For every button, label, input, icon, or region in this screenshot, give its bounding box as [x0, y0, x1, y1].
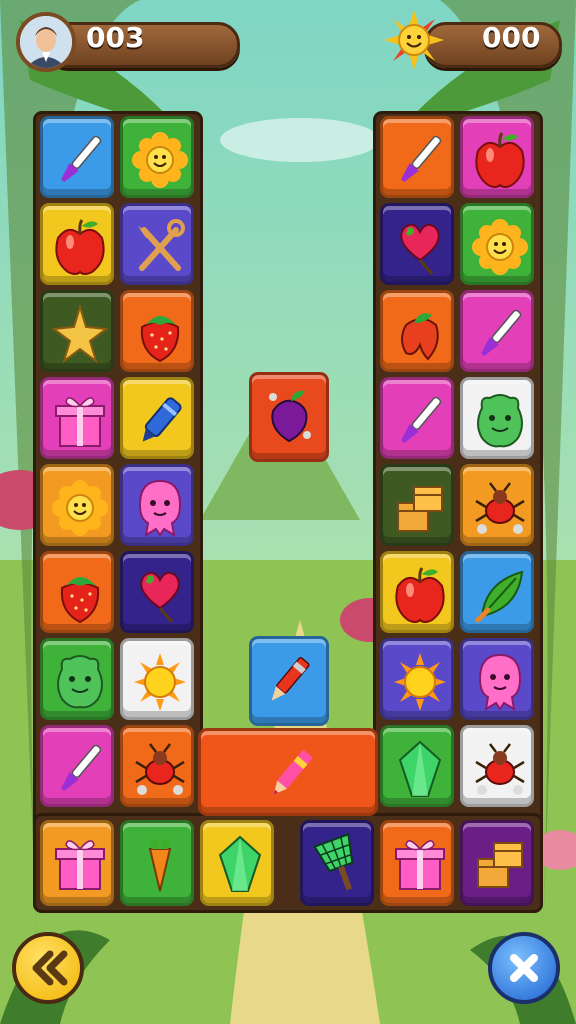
right-tile[interactable]: [380, 290, 454, 372]
strawberry-icon: [140, 316, 180, 363]
crystal-icon: [218, 835, 262, 892]
right-tile[interactable]: [460, 203, 534, 285]
left-tile[interactable]: [40, 464, 114, 546]
sunflower-icon: [132, 132, 188, 188]
bottom-tile[interactable]: [120, 820, 194, 906]
player-portrait-icon: [16, 12, 76, 72]
left-tile[interactable]: [40, 638, 114, 720]
paintbrush-icon: [61, 744, 102, 791]
right-score: 000: [482, 21, 541, 54]
beet-icon: [269, 390, 311, 443]
net-icon: [313, 833, 354, 891]
pink-blob-creature-icon: [138, 479, 182, 537]
close-button[interactable]: [488, 932, 560, 1004]
floating-tile[interactable]: [249, 636, 329, 726]
strawberry-icon: [60, 577, 100, 624]
smiling-sun-icon: [384, 10, 444, 70]
right-tile[interactable]: [380, 551, 454, 633]
left-tile[interactable]: [120, 725, 194, 807]
green-blob-creature-icon: [57, 655, 103, 709]
bottom-tile[interactable]: [300, 820, 374, 906]
heart-balloon-icon: [140, 571, 180, 623]
floating-tile[interactable]: [249, 372, 329, 462]
apple-icon: [395, 567, 445, 623]
paintbrush-icon: [481, 309, 522, 356]
wide-crayon-tile[interactable]: [198, 728, 378, 816]
sunflower-icon: [472, 219, 528, 275]
pepper-icon: [401, 313, 439, 361]
right-score-panel: 000: [384, 10, 562, 70]
bottom-tile[interactable]: [380, 820, 454, 906]
paintbrush-icon: [61, 135, 102, 182]
leaf-icon: [475, 570, 524, 623]
bottom-tile[interactable]: [40, 820, 114, 906]
left-tile[interactable]: [120, 638, 194, 720]
left-score-panel: 003: [16, 12, 240, 72]
right-tile[interactable]: [460, 377, 534, 459]
left-tile[interactable]: [40, 116, 114, 198]
sun-icon: [394, 653, 446, 711]
right-tile[interactable]: [460, 725, 534, 807]
left-tile[interactable]: [40, 725, 114, 807]
paintbrush-icon: [401, 396, 442, 443]
bug-icon: [475, 743, 525, 795]
right-tile[interactable]: [380, 377, 454, 459]
pink-blob-creature-icon: [478, 653, 522, 711]
crystal-icon: [398, 740, 442, 797]
right-tile[interactable]: [460, 116, 534, 198]
left-tile[interactable]: [120, 464, 194, 546]
left-tile[interactable]: [40, 290, 114, 372]
right-tile[interactable]: [460, 290, 534, 372]
green-blob-creature-icon: [477, 394, 523, 448]
apple-icon: [475, 132, 525, 188]
left-tile[interactable]: [40, 551, 114, 633]
gift-box-icon: [395, 840, 445, 890]
bug-icon: [135, 743, 185, 795]
star-icon: [52, 303, 108, 364]
carrot-icon: [148, 838, 172, 892]
left-tile[interactable]: [120, 377, 194, 459]
right-tile[interactable]: [380, 116, 454, 198]
heart-balloon-icon: [400, 223, 440, 275]
boxes-icon: [397, 486, 443, 532]
left-tile[interactable]: [40, 203, 114, 285]
left-tile[interactable]: [120, 551, 194, 633]
bottom-tile[interactable]: [200, 820, 274, 906]
right-tile[interactable]: [380, 464, 454, 546]
sun-icon: [134, 653, 186, 711]
gift-box-icon: [55, 397, 105, 447]
left-tile[interactable]: [120, 116, 194, 198]
left-score: 003: [86, 21, 145, 54]
paintbrush-icon: [401, 135, 442, 182]
right-tile[interactable]: [380, 638, 454, 720]
right-tile[interactable]: [380, 203, 454, 285]
bug-icon: [475, 482, 525, 534]
gift-box-icon: [55, 840, 105, 890]
crayon-icon: [271, 657, 310, 701]
crayon-icon: [273, 750, 313, 795]
apple-icon: [55, 219, 105, 275]
right-tile[interactable]: [460, 551, 534, 633]
marker-icon: [142, 397, 182, 442]
double-chevron-left-icon: [32, 950, 68, 986]
sunflower-icon: [52, 480, 108, 536]
close-icon: [510, 954, 538, 982]
crossed-tools-icon: [138, 219, 185, 271]
left-tile[interactable]: [40, 377, 114, 459]
back-button[interactable]: [12, 932, 84, 1004]
boxes-icon: [477, 842, 523, 888]
right-tile[interactable]: [460, 464, 534, 546]
bottom-tile[interactable]: [460, 820, 534, 906]
left-tile[interactable]: [120, 203, 194, 285]
right-tile[interactable]: [460, 638, 534, 720]
left-tile[interactable]: [120, 290, 194, 372]
right-tile[interactable]: [380, 725, 454, 807]
